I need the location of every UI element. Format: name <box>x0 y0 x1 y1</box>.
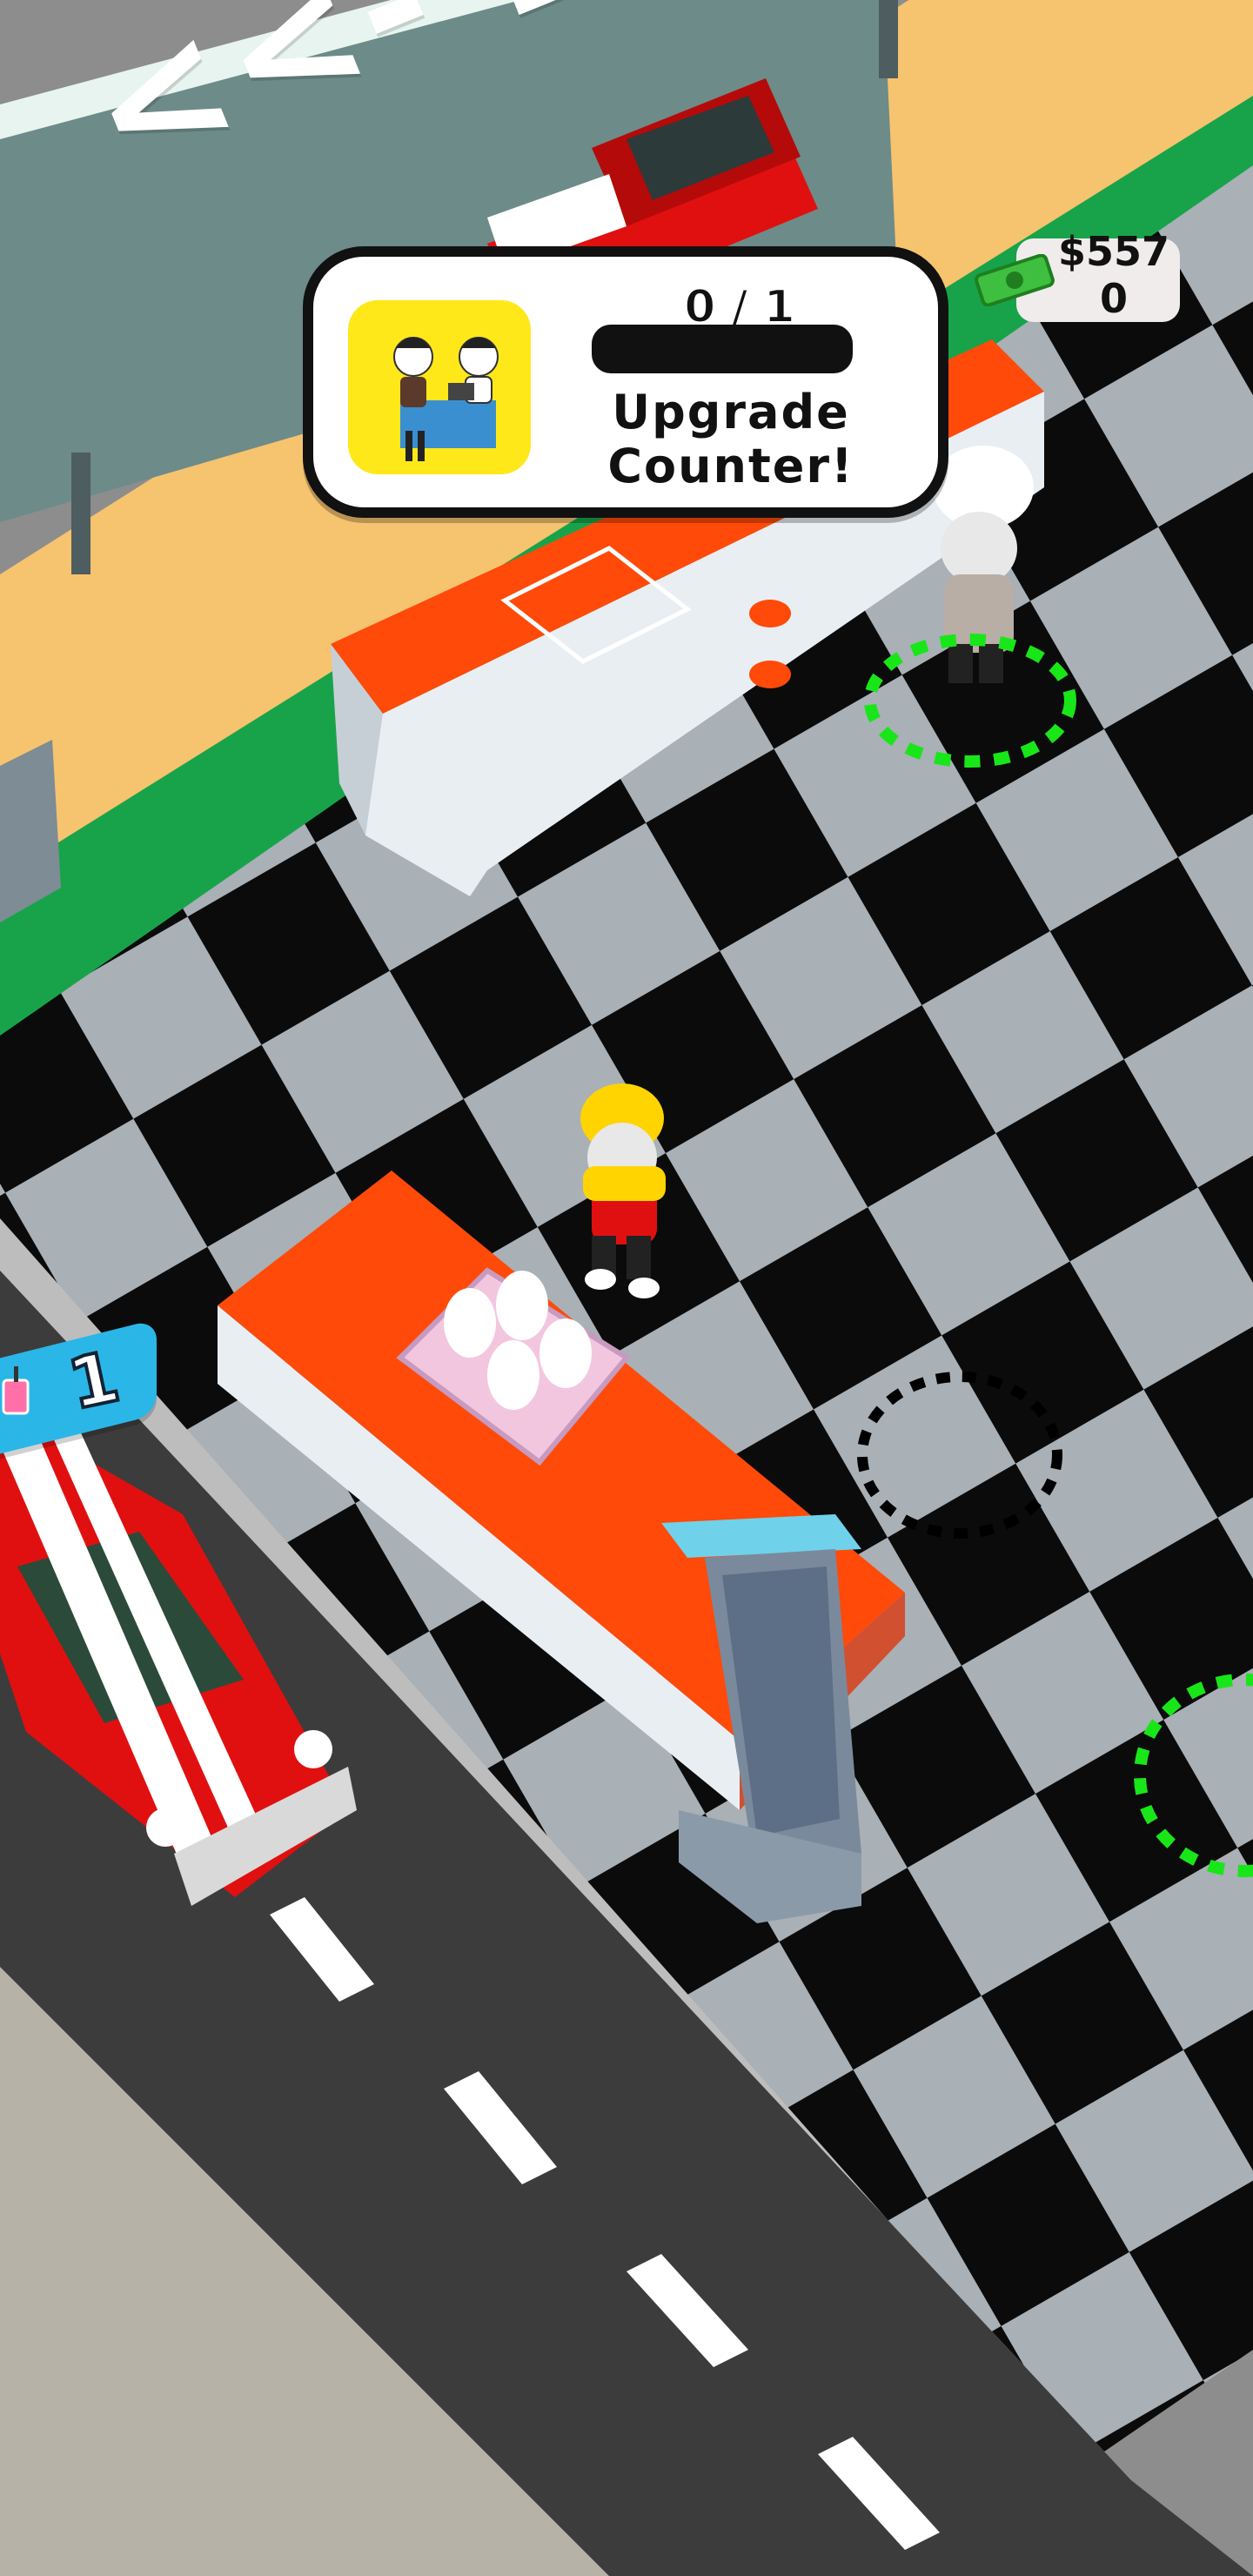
milkshake-icon <box>2 1366 30 1415</box>
money-amount: $557 0 <box>1057 228 1170 322</box>
task-title: Upgrade Counter! <box>607 385 854 493</box>
sign-post-left <box>71 453 90 574</box>
sign-post-right <box>879 0 898 78</box>
upgrade-task-panel[interactable]: 0 / 1 Upgrade Counter! <box>303 246 948 518</box>
cashier-workers-icon <box>348 300 531 474</box>
task-progress-bar <box>592 325 853 373</box>
